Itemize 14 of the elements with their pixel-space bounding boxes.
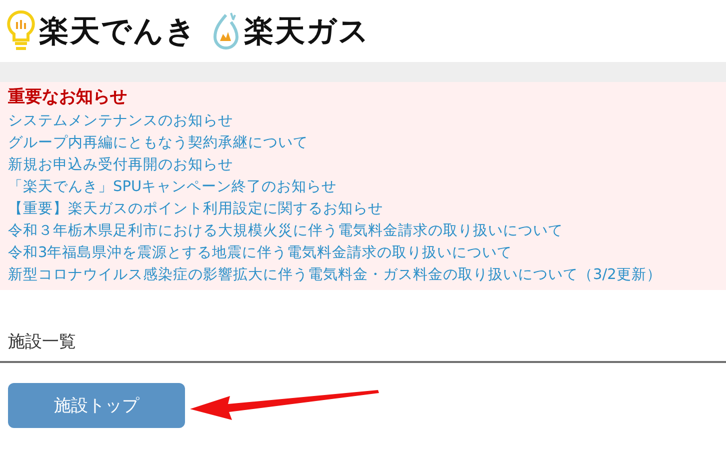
notice-link[interactable]: 【重要】楽天ガスのポイント利用設定に関するお知らせ	[8, 198, 726, 220]
notice-link[interactable]: 令和３年栃木県足利市における大規模火災に伴う電気料金請求の取り扱いについて	[8, 220, 726, 242]
notice-link[interactable]: システムメンテナンスのお知らせ	[8, 110, 726, 132]
section-heading: 施設一覧	[8, 332, 76, 352]
notice-title: 重要なお知らせ	[8, 86, 128, 109]
logo-text: 楽天でんき	[39, 12, 197, 50]
lightbulb-icon	[6, 9, 36, 53]
notice-link[interactable]: 「楽天でんき」SPUキャンペーン終了のお知らせ	[8, 176, 726, 198]
facility-top-button[interactable]: 施設トップ	[8, 383, 185, 428]
notice-link[interactable]: 令和3年福島県沖を震源とする地震に伴う電気料金請求の取り扱いについて	[8, 242, 726, 264]
notice-link[interactable]: グループ内再編にともなう契約承継について	[8, 132, 726, 154]
logo-text: 楽天ガス	[244, 12, 370, 50]
notice-link[interactable]: 新規お申込み受付再開のお知らせ	[8, 154, 726, 176]
notice-link[interactable]: 新型コロナウイルス感染症の影響拡大に伴う電気料金・ガス料金の取り扱いについて（3/2更新）	[8, 264, 726, 286]
